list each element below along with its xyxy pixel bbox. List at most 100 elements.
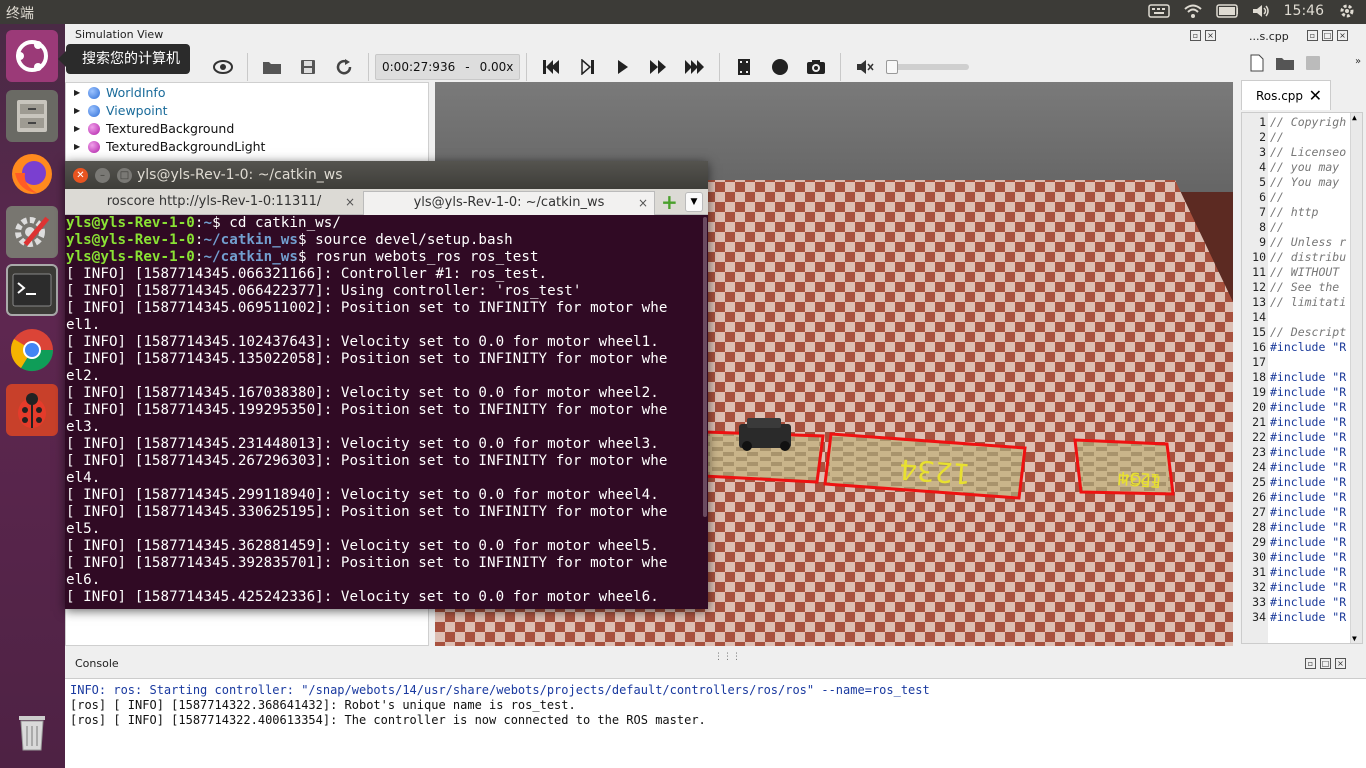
close-tab-icon[interactable]: ✕ <box>1309 81 1322 111</box>
expand-arrow-icon[interactable]: ▶ <box>74 106 82 115</box>
volume-slider-knob[interactable] <box>886 60 899 74</box>
toolbar-separator <box>719 53 721 81</box>
code-editor[interactable]: 1 // Copyrigh 2 // 3 // Licenseo 4 // you may 5 /… <box>1241 112 1363 644</box>
code-text: // <box>1270 190 1284 204</box>
tree-item-worldinfo[interactable]: ▶ WorldInfo <box>74 85 165 100</box>
terminal-output[interactable]: yls@yls-Rev-1-0:~$ cd catkin_ws/ yls@yls… <box>65 215 708 609</box>
camera-icon[interactable] <box>798 49 834 85</box>
time-separator: - <box>465 60 470 74</box>
new-file-icon[interactable] <box>1249 54 1265 72</box>
editor-tab-ros-cpp[interactable]: Ros.cpp ✕ <box>1241 80 1331 110</box>
line-number: 33 <box>1252 595 1266 609</box>
line-number: 21 <box>1252 415 1266 429</box>
code-line: 31 #include "R <box>1242 565 1346 580</box>
close-button[interactable]: × <box>1337 30 1348 41</box>
terminal-command-line: yls@yls-Rev-1-0:~/catkin_ws$ source deve… <box>66 232 513 248</box>
maximize-window-button[interactable]: □ <box>117 168 132 183</box>
firefox-launcher[interactable] <box>6 148 58 200</box>
code-line: 1 // Copyrigh <box>1242 115 1346 130</box>
record-icon[interactable] <box>762 49 798 85</box>
terminal-scrollbar[interactable] <box>703 217 707 517</box>
terminal-tab-bar: roscore http://yls-Rev-1-0:11311/ × yls@… <box>65 189 708 215</box>
code-line: 4 // you may <box>1242 160 1339 175</box>
sign-3-text-bottom: EFGH <box>1116 469 1161 491</box>
fast-forward-icon[interactable] <box>641 49 677 85</box>
float-button[interactable]: ▫ <box>1305 658 1316 669</box>
save-file-icon[interactable] <box>1305 54 1321 72</box>
gear-icon[interactable] <box>1336 2 1358 20</box>
code-line: 27 #include "R <box>1242 505 1346 520</box>
code-line: 9 // Unless r <box>1242 235 1346 250</box>
webots-launcher[interactable] <box>6 384 58 436</box>
volume-icon[interactable] <box>1250 2 1272 20</box>
ubuntu-dash-button[interactable] <box>6 30 58 82</box>
line-number: 13 <box>1252 295 1266 309</box>
terminal-output-line: el4. <box>66 470 101 486</box>
close-button[interactable]: × <box>1205 30 1216 41</box>
tree-item-viewpoint[interactable]: ▶ Viewpoint <box>74 103 168 118</box>
line-number: 5 <box>1259 175 1266 189</box>
terminal-titlebar[interactable]: ✕ – □ yls@yls-Rev-1-0: ~/catkin_ws <box>65 161 708 189</box>
terminal-tab-roscore[interactable]: roscore http://yls-Rev-1-0:11311/ × <box>67 191 361 215</box>
line-number: 11 <box>1252 265 1266 279</box>
close-window-button[interactable]: ✕ <box>73 168 88 183</box>
tree-item-textured-background[interactable]: ▶ TexturedBackground <box>74 121 234 136</box>
expand-arrow-icon[interactable]: ▶ <box>74 142 82 151</box>
tab-list-dropdown-icon[interactable]: ▼ <box>685 192 703 212</box>
terminal-output-line: [ INFO] [1587714345.267296303]: Position… <box>66 453 668 469</box>
float-button[interactable]: ▫ <box>1307 30 1318 41</box>
settings-launcher[interactable] <box>6 206 58 258</box>
line-number: 15 <box>1252 325 1266 339</box>
new-tab-plus-icon[interactable]: + <box>661 192 678 212</box>
code-text: // You may <box>1270 175 1340 189</box>
console-title: Console <box>75 657 119 670</box>
code-text: // you may <box>1270 160 1340 174</box>
open-file-icon[interactable] <box>1275 54 1295 72</box>
editor-scrollbar[interactable]: ▲ ▼ <box>1350 113 1362 643</box>
reload-icon[interactable] <box>326 49 362 85</box>
terminal-launcher[interactable] <box>6 264 58 316</box>
terminal-output-line: [ INFO] [1587714345.330625195]: Position… <box>66 504 668 520</box>
save-icon[interactable] <box>290 49 326 85</box>
sim-view-window-buttons: ▫ × <box>1190 30 1216 41</box>
minimize-window-button[interactable]: – <box>95 168 110 183</box>
play-icon[interactable] <box>605 49 641 85</box>
maximize-button[interactable]: □ <box>1320 658 1331 669</box>
eye-icon[interactable] <box>205 49 241 85</box>
mute-icon[interactable] <box>847 49 883 85</box>
scroll-down-icon[interactable]: ▼ <box>1352 634 1357 643</box>
trash-launcher[interactable] <box>6 706 58 758</box>
record-video-icon[interactable] <box>726 49 762 85</box>
chrome-launcher[interactable] <box>6 324 58 376</box>
open-world-icon[interactable] <box>254 49 290 85</box>
close-tab-icon[interactable]: × <box>345 191 355 213</box>
console-output[interactable]: INFO: ros: Starting controller: "/snap/w… <box>65 678 1366 768</box>
code-text: #include "R <box>1270 610 1347 624</box>
keyboard-icon[interactable] <box>1147 2 1170 20</box>
wifi-icon[interactable] <box>1182 2 1204 20</box>
simulation-time: 0:00:27:936 <box>382 60 456 74</box>
float-button[interactable]: ▫ <box>1190 30 1201 41</box>
terminal-tab-catkin[interactable]: yls@yls-Rev-1-0: ~/catkin_ws × <box>363 191 655 215</box>
expand-arrow-icon[interactable]: ▶ <box>74 124 82 133</box>
close-tab-icon[interactable]: × <box>638 192 648 214</box>
code-line: 24 #include "R <box>1242 460 1346 475</box>
toolbar-overflow-icon[interactable]: » <box>1355 56 1361 67</box>
expand-arrow-icon[interactable]: ▶ <box>74 88 82 97</box>
reset-simulation-icon[interactable] <box>533 49 569 85</box>
line-number: 27 <box>1252 505 1266 519</box>
scroll-up-icon[interactable]: ▲ <box>1352 113 1357 122</box>
maximize-button[interactable]: □ <box>1322 30 1333 41</box>
battery-icon[interactable] <box>1215 2 1238 20</box>
step-icon[interactable] <box>569 49 605 85</box>
simulation-speed: 0.00x <box>479 60 514 74</box>
tree-item-textured-background-light[interactable]: ▶ TexturedBackgroundLight <box>74 139 265 154</box>
files-launcher[interactable] <box>6 90 58 142</box>
fastest-icon[interactable] <box>677 49 713 85</box>
clock[interactable]: 15:46 <box>1284 3 1324 19</box>
volume-slider[interactable] <box>886 60 970 74</box>
splitter-handle[interactable]: ⋮⋮⋮ <box>714 652 741 662</box>
code-text: #include "R <box>1270 400 1347 414</box>
close-button[interactable]: × <box>1335 658 1346 669</box>
code-text: // Descript <box>1270 325 1347 339</box>
